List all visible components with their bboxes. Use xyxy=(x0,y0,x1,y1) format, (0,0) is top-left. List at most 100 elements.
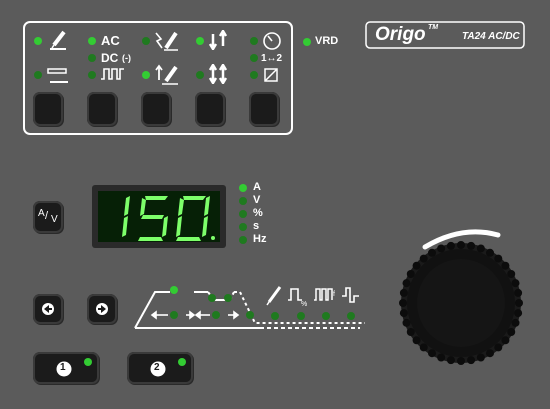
knob-ridge xyxy=(402,279,411,288)
arc-start-button[interactable] xyxy=(141,92,171,126)
led-4-stroke xyxy=(196,71,204,79)
right-arrow-button[interactable] xyxy=(87,294,117,324)
4-stroke-icon xyxy=(208,64,228,84)
model-name: TA24 AC/DC xyxy=(462,31,520,42)
led-param-1 xyxy=(271,312,279,320)
welder-control-panel: Origo TM TA24 AC/DC AC DC (-) 1↔2 VRD A … xyxy=(0,0,550,409)
current-type-button[interactable] xyxy=(87,92,117,126)
brand-name: Origo xyxy=(375,24,426,45)
pulse-icon xyxy=(101,68,124,80)
pulse-frequency-icon: f xyxy=(314,288,335,301)
knob-ridge xyxy=(428,248,436,257)
left-arrow-button[interactable] xyxy=(33,294,63,324)
tig-torch-icon xyxy=(50,30,66,50)
led-unit-v xyxy=(239,197,247,205)
knob-ridge xyxy=(511,318,520,327)
knob-ridge xyxy=(419,343,428,352)
led-tig xyxy=(34,37,42,45)
svg-text:f: f xyxy=(333,291,335,298)
av-separator: / xyxy=(45,210,49,222)
ac-balance-icon xyxy=(342,287,359,303)
knob-ridge xyxy=(514,309,523,318)
knob-ridge xyxy=(399,309,408,318)
av-v-label: V xyxy=(51,214,58,225)
trigger-mode-button[interactable] xyxy=(195,92,225,126)
ac-label: AC xyxy=(101,33,120,48)
led-hf-start xyxy=(142,37,150,45)
knob-ridge xyxy=(457,241,465,249)
led-timer xyxy=(250,37,258,45)
knob-ridge xyxy=(467,241,476,250)
knob-ridge xyxy=(507,270,516,278)
knob-ridge xyxy=(399,299,407,307)
knob-ridge xyxy=(476,244,485,253)
display-bezel: 150 xyxy=(92,185,226,248)
led-memory-2 xyxy=(178,358,186,366)
vrd-label: VRD xyxy=(315,35,339,47)
unit-a: A xyxy=(253,181,261,193)
memory-2-label: 2 xyxy=(154,362,160,373)
memory-2-button[interactable]: 2 xyxy=(127,352,193,384)
knob-ridge xyxy=(437,353,446,362)
stick-electrode-icon xyxy=(47,68,68,83)
arrow-right-icon xyxy=(96,303,108,315)
knob-ridge xyxy=(446,356,455,365)
knob-ridge xyxy=(476,353,485,362)
led-2-stroke xyxy=(196,37,204,45)
square-icon xyxy=(264,68,278,82)
function-select-button[interactable] xyxy=(249,92,279,126)
unit-v: V xyxy=(253,194,261,206)
knob-ridge xyxy=(501,261,510,270)
dc-polarity: (-) xyxy=(122,53,131,63)
av-toggle-button[interactable]: A / V xyxy=(33,201,63,233)
2-stroke-icon xyxy=(208,30,228,50)
led-remote xyxy=(250,71,258,79)
knob-ridge xyxy=(494,343,503,352)
knob-ridge xyxy=(437,244,446,253)
unit-hz: Hz xyxy=(253,233,267,245)
clock-icon xyxy=(263,32,281,50)
led-unit-percent xyxy=(239,210,247,218)
memory-switch-label: 1↔2 xyxy=(261,53,283,64)
knob-ridge xyxy=(467,356,476,365)
led-vrd xyxy=(303,38,311,46)
knob-ridge xyxy=(494,254,503,263)
knob-ridge xyxy=(515,299,523,307)
led-pulse xyxy=(88,71,96,79)
seven-segment-display: 150 xyxy=(98,191,220,242)
led-dc xyxy=(88,54,96,62)
process-select-button[interactable] xyxy=(33,92,63,126)
led-unit-s xyxy=(239,223,247,231)
knob-ridge xyxy=(486,248,494,257)
hf-start-icon xyxy=(155,31,178,51)
av-a-label: A xyxy=(38,208,45,219)
knob-ridge xyxy=(399,288,408,297)
led-memory-switch xyxy=(250,54,258,62)
knob-ridge xyxy=(428,349,436,358)
lift-arc-icon xyxy=(155,64,178,85)
led-param-4 xyxy=(347,312,355,320)
knob-ridge xyxy=(457,357,465,365)
weld-sequence-baseline xyxy=(135,327,360,329)
knob-ridge xyxy=(412,261,421,270)
memory-1-label: 1 xyxy=(60,362,66,373)
pulse-percent-icon: % xyxy=(288,288,307,308)
knob-ridge xyxy=(501,336,510,345)
stick-torch-icon xyxy=(266,286,282,306)
dc-label: DC xyxy=(101,51,119,65)
led-param-2 xyxy=(297,312,305,320)
led-param-3 xyxy=(322,312,330,320)
led-memory-1 xyxy=(84,358,92,366)
arrow-left-icon xyxy=(42,303,54,315)
knob-ridge xyxy=(446,241,455,250)
rotary-knob[interactable] xyxy=(398,240,524,366)
led-lift-arc xyxy=(142,71,150,79)
knob-ridge xyxy=(412,336,421,345)
knob-ridge xyxy=(507,328,516,336)
knob-ridge xyxy=(486,349,494,358)
display-digits xyxy=(122,196,215,241)
brand-trademark: TM xyxy=(428,24,439,31)
led-unit-a xyxy=(239,184,247,192)
knob-ridge xyxy=(406,270,415,278)
memory-1-button[interactable]: 1 xyxy=(33,352,99,384)
